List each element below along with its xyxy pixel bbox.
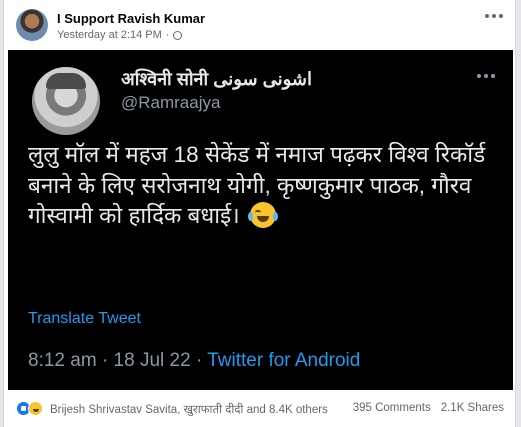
shares-count-link[interactable]: 2.1K Shares [441, 402, 504, 414]
tweet-date: 18 Jul 22 [113, 350, 191, 371]
facebook-post-card: I Support Ravish Kumar Yesterday at 2:14… [3, 0, 516, 427]
globe-icon [173, 30, 183, 40]
reaction-icons[interactable] [16, 401, 43, 416]
haha-reaction-icon [28, 401, 43, 416]
post-meta: Yesterday at 2:14 PM · [57, 29, 183, 41]
post-header: I Support Ravish Kumar Yesterday at 2:14… [4, 0, 515, 50]
tweet-handle: @Ramraajya [121, 93, 221, 112]
comments-count-link[interactable]: 395 Comments [353, 402, 431, 414]
page-avatar[interactable] [16, 9, 48, 41]
translate-tweet-link: Translate Tweet [28, 310, 141, 327]
tweet-time: 8:12 am [28, 350, 97, 371]
tweet-meta: 8:12 am · 18 Jul 22 · Twitter for Androi… [28, 350, 360, 372]
post-timestamp[interactable]: Yesterday at 2:14 PM [57, 29, 162, 41]
page-name-link[interactable]: I Support Ravish Kumar [57, 11, 205, 26]
tears-of-joy-emoji-icon [247, 202, 278, 228]
tweet-sep: · [195, 350, 203, 371]
tweet-screenshot[interactable]: अश्विनी सोनी اشونی سونی @Ramraajya लुलु … [8, 50, 513, 390]
tweet-display-name: अश्विनी सोनी اشونی سونی [121, 69, 313, 89]
tweet-more-icon [477, 74, 495, 78]
tweet-source: Twitter for Android [207, 350, 361, 371]
tweet-avatar [32, 67, 100, 135]
tweet-sep: · [101, 350, 109, 371]
more-options-icon[interactable] [485, 14, 503, 18]
tweet-text-block: लुलु मॉल में महज 18 सेकेंड में नमाज पढ़क… [28, 140, 498, 232]
meta-separator: · [165, 29, 170, 41]
engagement-counts: 395 Comments 2.1K Shares [353, 402, 504, 414]
post-footer: Brijesh Shrivastav Savita, खुराफाती दीदी… [4, 392, 515, 427]
reactions-summary[interactable]: Brijesh Shrivastav Savita, खुराफाती दीदी… [50, 402, 328, 417]
